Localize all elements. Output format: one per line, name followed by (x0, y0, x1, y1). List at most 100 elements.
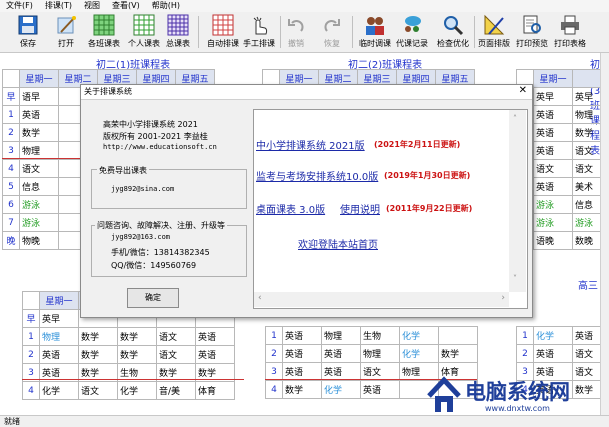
temp-adjust-button[interactable]: 临时调课 (355, 14, 395, 50)
scroll-right-icon[interactable]: › (501, 293, 505, 303)
redo-button[interactable]: 恢复 (312, 14, 352, 50)
lesson-cell[interactable]: 英语 (533, 344, 573, 363)
lesson-cell[interactable]: 体育 (195, 381, 235, 400)
link-desktop-timetable[interactable]: 桌面课表 3.0版 (256, 201, 325, 216)
menu-view[interactable]: 视图 (78, 0, 106, 12)
lesson-cell[interactable]: 语文 (156, 327, 196, 346)
lesson-cell[interactable]: 英语 (39, 345, 79, 364)
master-table-button[interactable]: 总课表 (158, 14, 198, 50)
save-button[interactable]: 保存 (8, 14, 48, 50)
link-user-guide[interactable]: 使用说明 (340, 201, 380, 216)
lesson-cell[interactable]: 游泳 (19, 213, 59, 232)
undo-button[interactable]: 撤销 (276, 14, 316, 50)
lesson-cell[interactable]: 化学 (321, 380, 361, 399)
lesson-cell[interactable]: 音/美 (156, 381, 196, 400)
lesson-cell[interactable]: 数学 (117, 327, 157, 346)
open-button[interactable]: 打开 (46, 14, 86, 50)
link-homepage[interactable]: 欢迎登陆本站首页 (298, 236, 378, 251)
lesson-cell[interactable]: 物晚 (19, 231, 59, 250)
lesson-cell[interactable]: 英语 (195, 327, 235, 346)
lesson-cell[interactable]: 英语 (19, 105, 59, 124)
lesson-cell[interactable]: 化学 (117, 381, 157, 400)
auto-grid-icon (212, 14, 234, 36)
lesson-cell[interactable]: 语早 (19, 87, 59, 106)
timetable-6-title: 高三 (578, 281, 598, 292)
lesson-cell[interactable]: 英语 (282, 326, 322, 345)
lesson-cell[interactable]: 英语 (533, 123, 573, 142)
lesson-cell[interactable]: 英语 (282, 362, 322, 381)
consult-group-label: 问题咨询、故障解决、注册、升级等 (95, 220, 227, 231)
menu-inspect[interactable]: 查看(V) (106, 0, 146, 12)
lesson-cell[interactable]: 化学 (39, 381, 79, 400)
product-name: 高荣中小学排课系统 2021 (103, 120, 198, 129)
scroll-left-icon[interactable]: ‹ (258, 293, 262, 303)
page-layout-button[interactable]: 页面排版 (474, 14, 514, 50)
period-divider (22, 379, 244, 380)
print-table-button[interactable]: 打印表格 (550, 14, 590, 50)
redo-arrow-icon (321, 14, 343, 36)
menu-help[interactable]: 帮助(H) (146, 0, 186, 12)
lesson-cell[interactable]: 物理 (19, 141, 59, 160)
lesson-cell[interactable]: 数学 (19, 123, 59, 142)
lesson-cell[interactable]: 英早 (533, 87, 573, 106)
menu-file[interactable]: 文件(F) (0, 0, 39, 12)
hand-pointer-icon (248, 14, 270, 36)
day-header: 星期一 (533, 69, 573, 88)
lesson-cell[interactable]: 语文 (360, 362, 400, 381)
link-exam-system[interactable]: 监考与考场安排系统10.0版 (256, 168, 378, 183)
lesson-cell[interactable]: 语文 (156, 345, 196, 364)
lesson-cell[interactable]: 英语 (195, 345, 235, 364)
period-label: 3 (2, 141, 20, 160)
lesson-cell[interactable]: 物理 (39, 327, 79, 346)
workspace-scrollbar[interactable] (600, 53, 609, 415)
website-url: http://www.educationsoft.cn (103, 143, 217, 151)
lesson-cell[interactable]: 数学 (78, 327, 118, 346)
manual-schedule-button[interactable]: 手工排课 (238, 14, 280, 50)
lesson-cell[interactable]: 英语 (533, 141, 573, 160)
auto-schedule-button[interactable]: 自动排课 (203, 14, 243, 50)
lesson-cell[interactable]: 语文 (533, 159, 573, 178)
lesson-cell[interactable]: 化学 (399, 344, 439, 363)
lesson-cell[interactable]: 语晚 (533, 231, 573, 250)
lesson-cell[interactable]: 数学 (117, 345, 157, 364)
lesson-cell[interactable]: 游泳 (19, 195, 59, 214)
export-email: jyg892@sina.com (111, 185, 175, 193)
lesson-cell[interactable]: 信息 (19, 177, 59, 196)
lesson-cell[interactable] (438, 326, 478, 345)
lesson-cell[interactable]: 生物 (360, 326, 400, 345)
lesson-cell[interactable]: 英语 (533, 105, 573, 124)
period-label: 2 (265, 344, 283, 363)
web-vertical-scrollbar[interactable]: ˄ ˅ (509, 110, 526, 292)
scroll-down-icon[interactable]: ˅ (513, 274, 517, 283)
lesson-cell[interactable]: 物理 (360, 344, 400, 363)
lesson-cell[interactable]: 化学 (399, 326, 439, 345)
lesson-cell[interactable]: 游泳 (533, 213, 573, 232)
scroll-up-icon[interactable]: ˄ (513, 114, 517, 123)
check-optimize-button[interactable]: 检查优化 (433, 14, 473, 50)
lesson-cell[interactable]: 英语 (321, 344, 361, 363)
lesson-cell[interactable]: 语文 (78, 381, 118, 400)
class-tables-button[interactable]: 各班课表 (82, 14, 126, 50)
lesson-cell[interactable]: 数学 (78, 345, 118, 364)
lesson-cell[interactable]: 物理 (321, 326, 361, 345)
lesson-cell[interactable]: 游泳 (533, 195, 573, 214)
lesson-cell[interactable]: 化学 (533, 326, 573, 345)
lesson-cell[interactable]: 英语 (360, 380, 400, 399)
lesson-cell[interactable]: 英早 (39, 309, 79, 328)
lesson-cell[interactable]: 英语 (282, 344, 322, 363)
lesson-cell[interactable]: 英语 (533, 177, 573, 196)
class-grid-icon (93, 14, 115, 36)
print-preview-button[interactable]: 打印预览 (512, 14, 552, 50)
menu-schedule[interactable]: 排课(T) (39, 0, 78, 12)
lesson-cell[interactable]: 语文 (19, 159, 59, 178)
web-horizontal-scrollbar[interactable]: ‹ › (254, 292, 509, 307)
lesson-cell[interactable]: 数学 (282, 380, 322, 399)
lesson-cell[interactable]: 数学 (438, 344, 478, 363)
link-scheduling-2021[interactable]: 中小学排课系统 2021版 (256, 137, 365, 152)
period-label: 7 (2, 213, 20, 232)
substitute-record-button[interactable]: 代课记录 (392, 14, 432, 50)
close-icon[interactable]: ✕ (519, 85, 527, 96)
ok-button[interactable]: 确定 (127, 288, 179, 308)
period-label: 4 (2, 159, 20, 178)
lesson-cell[interactable]: 英语 (321, 362, 361, 381)
